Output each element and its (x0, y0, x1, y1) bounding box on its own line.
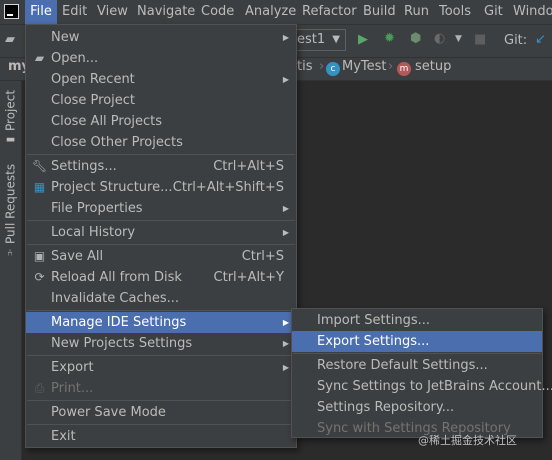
menu-navigate[interactable]: Navigate (137, 0, 195, 24)
menu-item-print[interactable]: ⎙ Print... (26, 378, 296, 399)
menu-separator (27, 244, 295, 245)
reload-icon: ⟳ (34, 270, 45, 284)
git-update-icon[interactable]: ↙ (535, 32, 546, 47)
tool-tab-project[interactable]: ▬ Project (0, 87, 21, 147)
menu-item-project-structure[interactable]: ▦ Project Structure... Ctrl+Alt+Shift+S (26, 177, 296, 198)
git-label: Git: (504, 33, 528, 48)
watermark: @稀土掘金技术社区 (418, 434, 517, 447)
breadcrumb-method[interactable]: setup (415, 59, 451, 74)
breadcrumb-separator: › (388, 59, 394, 74)
menu-item-exit[interactable]: Exit (26, 426, 296, 447)
submenu-arrow-icon: ▶ (282, 228, 289, 237)
menu-item-settings[interactable]: 🔧︎ Settings... Ctrl+Alt+S (26, 156, 296, 177)
menu-item-new[interactable]: New ▶ (26, 27, 296, 48)
submenu-item-restore-default-settings[interactable]: Restore Default Settings... (292, 355, 542, 376)
menu-separator (27, 310, 295, 311)
submenu-arrow-icon: ▶ (282, 33, 289, 42)
app-logo-icon (4, 4, 19, 19)
run-config-label: est1 (297, 32, 326, 47)
submenu-item-sync-settings-jetbrains[interactable]: Sync Settings to JetBrains Account... (292, 376, 552, 397)
menu-edit[interactable]: Edit (62, 0, 87, 24)
submenu-arrow-icon: ▶ (282, 339, 289, 348)
menu-file[interactable]: File (25, 0, 57, 24)
menu-view[interactable]: View (97, 0, 128, 24)
submenu-item-export-settings[interactable]: Export Settings... (292, 331, 542, 352)
submenu-arrow-icon: ▶ (282, 363, 289, 372)
breadcrumb-class[interactable]: MyTest (342, 59, 387, 74)
menu-item-close-other-projects[interactable]: Close Other Projects (26, 132, 296, 153)
debug-icon[interactable]: ✹ (384, 31, 395, 46)
coverage-icon[interactable]: ⬢ (410, 31, 421, 46)
stop-icon[interactable]: ■ (474, 32, 486, 47)
menu-bar: File Edit View Navigate Code Analyze Ref… (0, 0, 552, 25)
menu-separator (27, 424, 295, 425)
project-structure-icon: ▦ (33, 180, 46, 194)
menu-item-open[interactable]: ▰ Open... (26, 48, 296, 69)
submenu-arrow-icon: ▶ (282, 318, 289, 327)
tool-tab-label: Pull Requests (3, 163, 18, 244)
tool-tab-label: Project (3, 89, 18, 131)
left-tool-strip: ▬ Project ⑂ Pull Requests (0, 81, 22, 460)
run-icon[interactable]: ▶ (358, 32, 368, 47)
menu-item-close-all-projects[interactable]: Close All Projects (26, 111, 296, 132)
chevron-down-icon[interactable]: ▼ (455, 34, 462, 44)
menu-separator (293, 353, 541, 354)
menu-tools[interactable]: Tools (439, 0, 471, 24)
menu-run[interactable]: Run (404, 0, 429, 24)
menu-separator (27, 400, 295, 401)
menu-git[interactable]: Git (484, 0, 503, 24)
manage-ide-settings-submenu: Import Settings... Export Settings... Re… (291, 308, 552, 438)
menu-separator (27, 220, 295, 221)
menu-item-manage-ide-settings[interactable]: Manage IDE Settings ▶ (26, 312, 296, 333)
menu-code[interactable]: Code (201, 0, 234, 24)
folder-icon[interactable]: ▰ (5, 32, 15, 47)
printer-icon: ⎙ (34, 381, 45, 395)
submenu-item-settings-repository[interactable]: Settings Repository... (292, 397, 542, 418)
folder-open-icon: ▰ (34, 51, 45, 65)
class-icon: c (326, 62, 340, 76)
pull-request-icon: ⑂ (5, 246, 16, 257)
breadcrumb-package[interactable]: tis (297, 59, 312, 74)
menu-item-new-projects-settings[interactable]: New Projects Settings ▶ (26, 333, 296, 354)
menu-item-reload-all-from-disk[interactable]: ⟳ Reload All from Disk Ctrl+Alt+Y (26, 267, 296, 288)
menu-window[interactable]: Windo (513, 0, 552, 24)
chevron-down-icon: ▼ (332, 34, 340, 45)
breadcrumb-separator: › (319, 59, 325, 74)
submenu-item-import-settings[interactable]: Import Settings... (292, 310, 542, 331)
profile-icon[interactable]: ◐ (434, 31, 445, 46)
menu-item-local-history[interactable]: Local History ▶ (26, 222, 296, 243)
menu-item-close-project[interactable]: Close Project (26, 90, 296, 111)
menu-item-open-recent[interactable]: Open Recent ▶ (26, 69, 296, 90)
menu-item-save-all[interactable]: ▣ Save All Ctrl+S (26, 246, 296, 267)
menu-item-file-properties[interactable]: File Properties ▶ (26, 198, 296, 219)
folder-icon: ▬ (5, 133, 16, 145)
submenu-arrow-icon: ▶ (282, 204, 289, 213)
menu-refactor[interactable]: Refactor (302, 0, 357, 24)
menu-item-power-save-mode[interactable]: Power Save Mode (26, 402, 296, 423)
wrench-icon: 🔧︎ (32, 159, 48, 173)
menu-item-invalidate-caches[interactable]: Invalidate Caches... (26, 288, 296, 309)
submenu-arrow-icon: ▶ (282, 75, 289, 84)
menu-separator (27, 355, 295, 356)
menu-build[interactable]: Build (363, 0, 396, 24)
file-menu-dropdown: New ▶ ▰ Open... Open Recent ▶ Close Proj… (25, 24, 297, 448)
menu-separator (27, 154, 295, 155)
menu-item-export[interactable]: Export ▶ (26, 357, 296, 378)
save-icon: ▣ (33, 249, 46, 263)
tool-tab-pull-requests[interactable]: ⑂ Pull Requests (0, 163, 21, 257)
menu-analyze[interactable]: Analyze (245, 0, 296, 24)
method-icon: m (397, 62, 411, 76)
